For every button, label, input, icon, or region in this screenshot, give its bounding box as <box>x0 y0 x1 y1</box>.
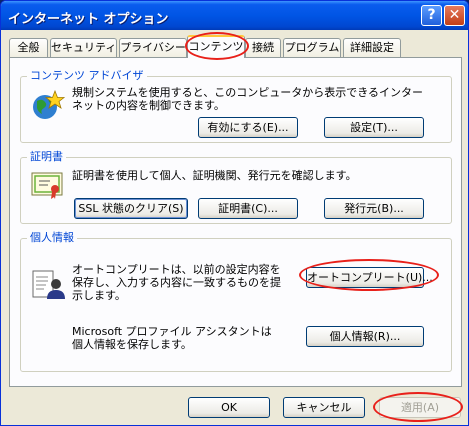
tab-connections[interactable]: 接続 <box>245 38 281 57</box>
tab-programs[interactable]: プログラム <box>283 38 341 57</box>
personal-info-group: 個人情報 オートコンプリートは、以前の設定内容を保存し、入力する内容に一致するも… <box>20 231 452 372</box>
certificate-icon <box>31 172 63 199</box>
content-advisor-settings-button[interactable]: 設定(T)... <box>324 117 424 138</box>
apply-button[interactable]: 適用(A) <box>379 397 461 418</box>
tab-content[interactable]: コンテンツ <box>187 35 245 58</box>
tab-panel-content: コンテンツ アドバイザ 規制システムを使用すると、このコンピュータから表示できる… <box>9 57 462 387</box>
tab-privacy[interactable]: プライバシー <box>119 38 187 57</box>
tab-security[interactable]: セキュリティ <box>50 38 117 57</box>
internet-options-dialog: インターネット オプション ? ✕ 全般 セキュリティ プライバシー コンテンツ… <box>0 0 469 426</box>
content-advisor-description: 規制システムを使用すると、このコンピュータから表示できるインターネットの内容を制… <box>72 86 424 112</box>
autocomplete-description: オートコンプリートは、以前の設定内容を保存し、入力する内容に一致するものを提示し… <box>72 263 281 302</box>
autocomplete-button[interactable]: オートコンプリート(U)... <box>306 267 433 288</box>
content-advisor-title: コンテンツ アドバイザ <box>27 69 147 83</box>
title-bar[interactable]: インターネット オプション ? ✕ <box>1 1 468 30</box>
close-button[interactable]: ✕ <box>444 5 465 26</box>
personal-info-icon <box>32 270 65 299</box>
ok-button[interactable]: OK <box>188 397 270 418</box>
profile-assistant-description: Microsoft プロファイル アシスタントは個人情報を保存します。 <box>72 325 272 351</box>
personal-info-title: 個人情報 <box>27 231 77 245</box>
cancel-button[interactable]: キャンセル <box>283 397 365 418</box>
certificates-group: 証明書 証明書を使用して個人、証明機関、発行元を確認します。 SSL 状態のクリ… <box>20 150 452 224</box>
publishers-button[interactable]: 発行元(B)... <box>324 198 424 219</box>
globe-star-icon <box>33 89 65 119</box>
certificates-description: 証明書を使用して個人、証明機関、発行元を確認します。 <box>72 169 357 182</box>
tab-advanced[interactable]: 詳細設定 <box>343 38 401 57</box>
personal-info-button[interactable]: 個人情報(R)... <box>306 326 424 347</box>
tab-general[interactable]: 全般 <box>9 38 48 57</box>
content-advisor-group: コンテンツ アドバイザ 規制システムを使用すると、このコンピュータから表示できる… <box>20 69 452 143</box>
help-button[interactable]: ? <box>421 5 442 26</box>
enable-content-advisor-button[interactable]: 有効にする(E)... <box>198 117 298 138</box>
certificates-button[interactable]: 証明書(C)... <box>198 198 298 219</box>
certificates-title: 証明書 <box>27 150 66 164</box>
clear-ssl-state-button[interactable]: SSL 状態のクリア(S) <box>74 198 188 219</box>
window-title: インターネット オプション <box>8 12 169 27</box>
